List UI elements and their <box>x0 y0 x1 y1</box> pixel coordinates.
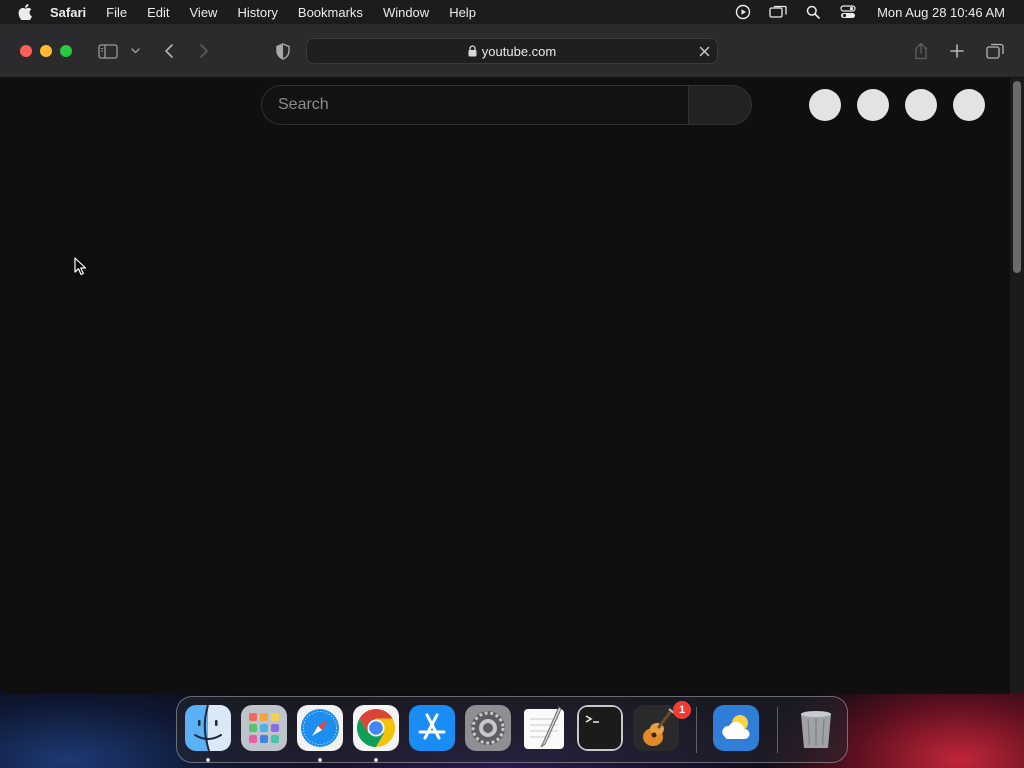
menu-history[interactable]: History <box>237 5 277 20</box>
garageband-icon[interactable] <box>633 705 679 751</box>
menu-clock[interactable]: Mon Aug 28 10:46 AM <box>877 5 1005 20</box>
screen-mirroring-icon[interactable] <box>768 4 788 20</box>
header-button-placeholder[interactable] <box>857 89 889 121</box>
close-window-button[interactable] <box>20 45 32 57</box>
menu-window[interactable]: Window <box>383 5 429 20</box>
menu-bar: Safari File Edit View History Bookmarks … <box>0 0 1024 24</box>
menu-view[interactable]: View <box>190 5 218 20</box>
forward-arrow-icon[interactable] <box>195 41 213 61</box>
menu-file[interactable]: File <box>106 5 127 20</box>
app-store-icon[interactable] <box>409 705 455 751</box>
back-arrow-icon[interactable] <box>160 41 178 61</box>
new-tab-plus-icon[interactable] <box>948 41 966 61</box>
header-button-placeholder[interactable] <box>905 89 937 121</box>
address-text: youtube.com <box>481 43 557 59</box>
search-input[interactable]: Search <box>261 85 689 125</box>
finder-icon[interactable] <box>185 705 231 751</box>
dock-separator <box>777 707 778 753</box>
chevron-down-icon[interactable] <box>129 41 141 61</box>
zoom-window-button[interactable] <box>60 45 72 57</box>
apple-icon[interactable] <box>18 4 36 20</box>
chrome-icon[interactable] <box>353 705 399 751</box>
settings-notification-badge: 1 <box>673 701 691 719</box>
search-button[interactable] <box>688 85 752 125</box>
system-settings-icon[interactable] <box>465 705 511 751</box>
now-playing-icon[interactable] <box>733 4 753 20</box>
header-button-placeholder[interactable] <box>953 89 985 121</box>
clear-address-icon[interactable] <box>696 43 712 59</box>
terminal-icon[interactable] <box>577 705 623 751</box>
menu-app-name[interactable]: Safari <box>50 5 86 20</box>
vertical-scrollbar[interactable] <box>1010 78 1024 694</box>
privacy-shield-icon[interactable] <box>273 41 293 61</box>
textedit-icon[interactable] <box>521 705 567 751</box>
search-placeholder: Search <box>278 96 329 113</box>
safari-icon[interactable] <box>297 705 343 751</box>
page-content: Search <box>0 78 1010 694</box>
weather-icon[interactable] <box>713 705 759 751</box>
chrome-running-dot <box>374 758 378 762</box>
dock-separator <box>696 707 697 753</box>
finder-running-dot <box>206 758 210 762</box>
sidebar-toggle-icon[interactable] <box>96 41 120 61</box>
trash-icon[interactable] <box>793 705 839 751</box>
tab-overview-icon[interactable] <box>985 41 1005 61</box>
safari-window: youtube.com Search <box>0 24 1024 694</box>
browser-toolbar: youtube.com <box>0 24 1024 78</box>
scrollbar-thumb[interactable] <box>1013 81 1021 273</box>
menu-edit[interactable]: Edit <box>147 5 169 20</box>
spotlight-search-icon[interactable] <box>803 4 823 20</box>
dock: 1 <box>176 696 848 763</box>
menu-bookmarks[interactable]: Bookmarks <box>298 5 363 20</box>
mouse-pointer-icon <box>74 257 88 282</box>
share-icon[interactable] <box>912 41 930 61</box>
launchpad-icon[interactable] <box>241 705 287 751</box>
address-bar[interactable]: youtube.com <box>306 38 718 64</box>
safari-running-dot <box>318 758 322 762</box>
menu-help[interactable]: Help <box>449 5 476 20</box>
control-center-icon[interactable] <box>838 4 858 20</box>
header-button-placeholder[interactable] <box>809 89 841 121</box>
minimize-window-button[interactable] <box>40 45 52 57</box>
lock-icon <box>468 45 477 57</box>
